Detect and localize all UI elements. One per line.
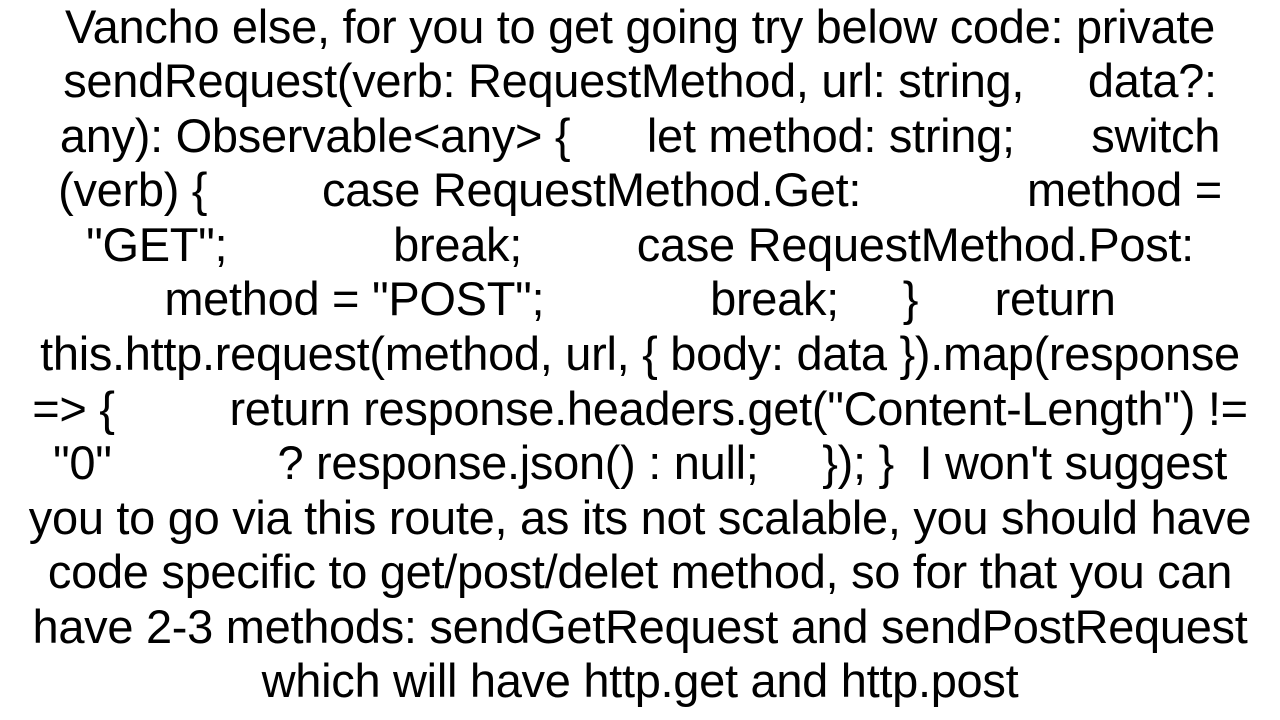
document-page: get and post method specific to it like … — [0, 0, 1280, 720]
document-body-text: get and post method specific to it like … — [14, 0, 1266, 709]
